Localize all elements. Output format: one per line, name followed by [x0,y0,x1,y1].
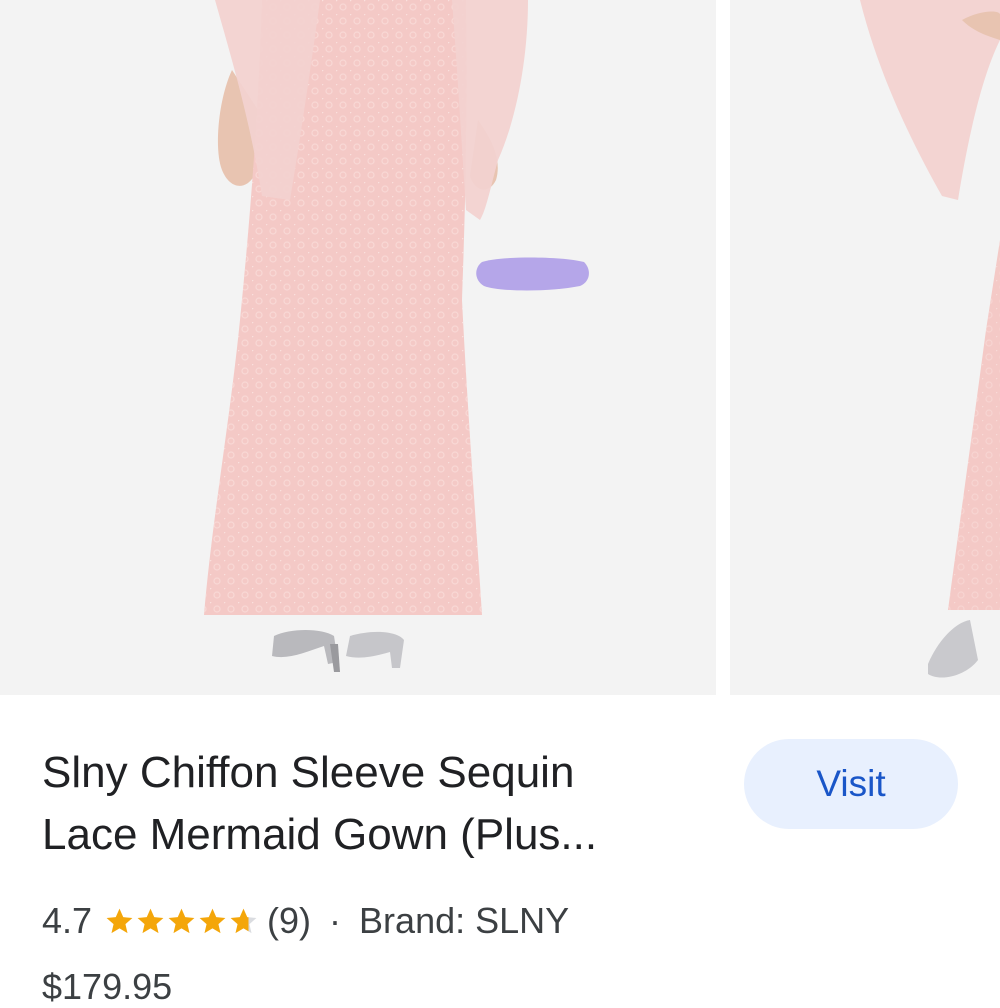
star-rating [104,906,259,937]
star-icon [230,908,257,933]
rating-value: 4.7 [42,900,93,941]
star-icon [137,908,164,933]
rating-row: 4.7 (9) · Brand: SLNY [42,895,569,947]
visit-button[interactable]: Visit [744,739,958,829]
star-icon [168,908,195,933]
product-price: $179.95 [42,966,173,1007]
product-image-gallery[interactable] [0,0,1000,695]
product-image-main[interactable] [0,0,716,695]
product-title-line1[interactable]: Slny Chiffon Sleeve Sequin [42,748,574,797]
gown-photo-secondary [730,0,1000,695]
separator: · [329,900,342,941]
product-title-line2[interactable]: Lace Mermaid Gown (Plus... [42,810,597,859]
review-count[interactable]: (9) [267,900,311,942]
gown-photo [0,0,716,695]
star-icon [199,908,226,933]
product-title[interactable]: Slny Chiffon Sleeve Sequin Lace Mermaid … [42,742,722,866]
product-image-secondary[interactable] [730,0,1000,695]
star-icon [106,908,133,933]
brand-label: Brand: SLNY [359,900,570,941]
